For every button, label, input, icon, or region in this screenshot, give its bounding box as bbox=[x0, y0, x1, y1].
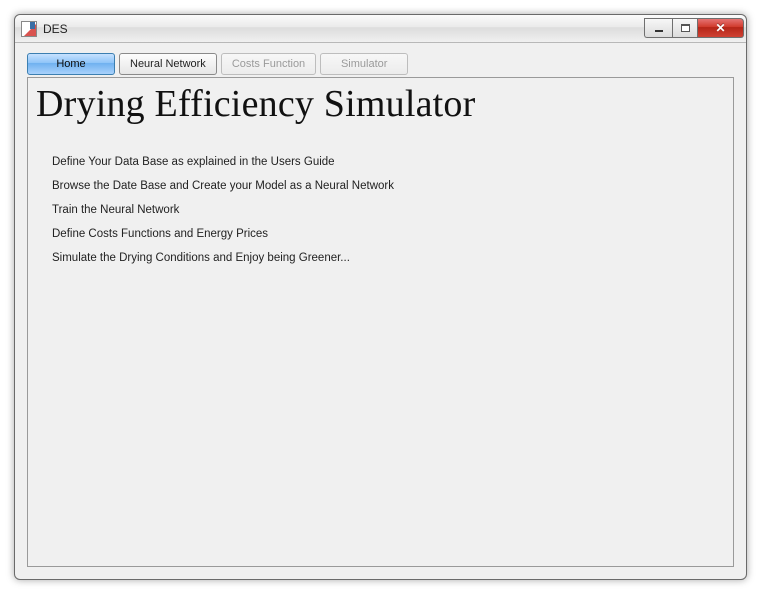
application-window: DES ✕ Home Neural Network Costs Function… bbox=[14, 14, 747, 580]
minimize-icon bbox=[655, 30, 663, 32]
steps-list: Define Your Data Base as explained in th… bbox=[52, 156, 723, 264]
content-panel: Drying Efficiency Simulator Define Your … bbox=[27, 77, 734, 567]
maximize-button[interactable] bbox=[672, 18, 698, 38]
step-item: Train the Neural Network bbox=[52, 204, 723, 216]
step-item: Define Costs Functions and Energy Prices bbox=[52, 228, 723, 240]
page-heading: Drying Efficiency Simulator bbox=[36, 82, 723, 126]
close-button[interactable]: ✕ bbox=[698, 18, 744, 38]
step-text: Browse the Date Base and Create your Mod… bbox=[52, 180, 394, 192]
step-text: Simulate the Drying Conditions and Enjoy… bbox=[52, 252, 350, 264]
step-text: Define Your Data Base as explained in th… bbox=[52, 156, 335, 168]
close-icon: ✕ bbox=[715, 21, 725, 35]
tab-home[interactable]: Home bbox=[27, 53, 115, 75]
window-controls: ✕ bbox=[644, 19, 744, 38]
client-area: Home Neural Network Costs Function Simul… bbox=[15, 43, 746, 579]
app-icon bbox=[21, 21, 37, 37]
window-title: DES bbox=[43, 22, 68, 36]
step-text: Define Costs Functions and Energy Prices bbox=[52, 228, 268, 240]
maximize-icon bbox=[681, 24, 690, 32]
minimize-button[interactable] bbox=[644, 18, 672, 38]
tab-simulator: Simulator bbox=[320, 53, 408, 75]
step-text: Train the Neural Network bbox=[52, 204, 179, 216]
tab-neural-network[interactable]: Neural Network bbox=[119, 53, 217, 75]
step-item: Browse the Date Base and Create your Mod… bbox=[52, 180, 723, 192]
titlebar[interactable]: DES ✕ bbox=[15, 15, 746, 43]
step-item: Simulate the Drying Conditions and Enjoy… bbox=[52, 252, 723, 264]
tab-bar: Home Neural Network Costs Function Simul… bbox=[23, 49, 738, 75]
step-item: Define Your Data Base as explained in th… bbox=[52, 156, 723, 168]
tab-costs-function: Costs Function bbox=[221, 53, 316, 75]
